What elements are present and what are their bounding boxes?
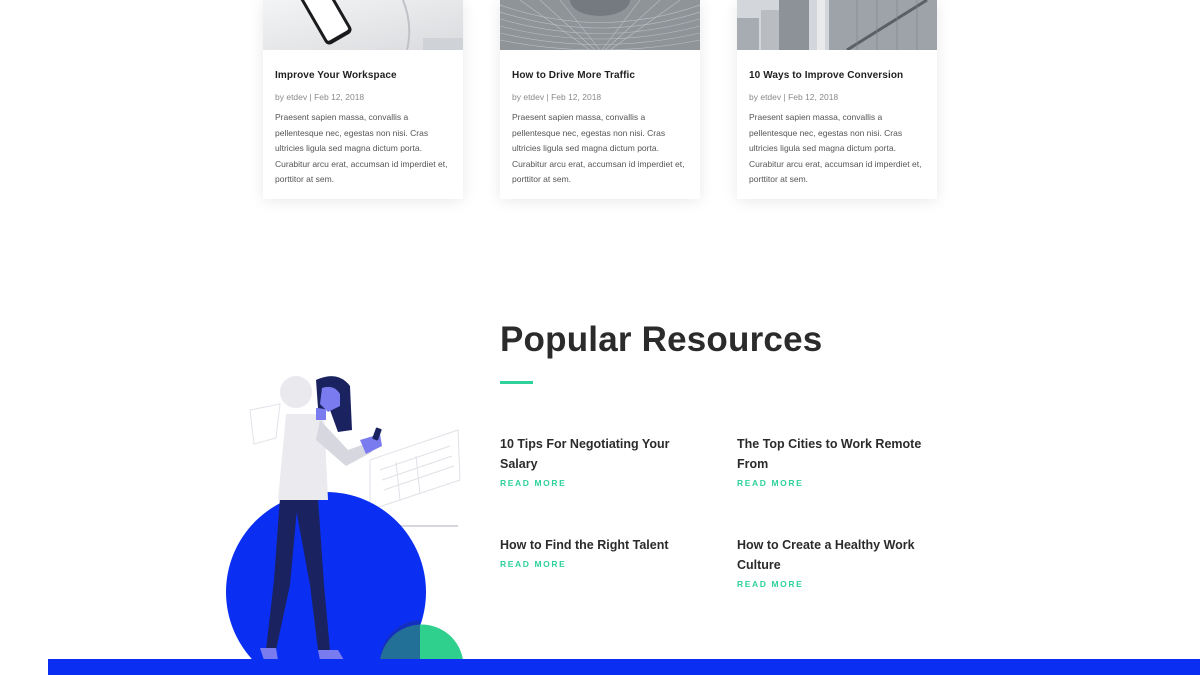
section-title: Popular Resources [500,320,823,359]
card-image-phone[interactable] [263,0,463,50]
card-image-abstract[interactable] [500,0,700,50]
resource-item: How to Create a Healthy Work Culture REA… [737,535,932,589]
card-meta: by etdev | Feb 12, 2018 [512,92,602,102]
read-more-link[interactable]: READ MORE [737,478,932,488]
card-excerpt: Praesent sapien massa, convallis a pelle… [275,112,448,185]
read-more-link[interactable]: READ MORE [737,579,932,589]
card-title[interactable]: How to Drive More Traffic [512,70,694,81]
resource-title[interactable]: 10 Tips For Negotiating Your Salary [500,434,690,474]
resource-title[interactable]: The Top Cities to Work Remote From [737,434,932,474]
card-title[interactable]: Improve Your Workspace [275,70,457,81]
title-underline [500,381,533,384]
card-excerpt: Praesent sapien massa, convallis a pelle… [512,112,685,185]
resource-title[interactable]: How to Find the Right Talent [500,535,700,555]
footer-bar [48,659,1200,675]
read-more-link[interactable]: READ MORE [500,559,700,569]
blog-card[interactable]: How to Drive More Traffic by etdev | Feb… [500,0,700,199]
card-image-city[interactable] [737,0,937,50]
card-title[interactable]: 10 Ways to Improve Conversion [749,70,931,81]
blog-card[interactable]: Improve Your Workspace by etdev | Feb 12… [263,0,463,199]
resource-item: How to Find the Right Talent READ MORE [500,535,700,569]
card-meta: by etdev | Feb 12, 2018 [275,92,365,102]
card-excerpt: Praesent sapien massa, convallis a pelle… [749,112,922,185]
resource-item: 10 Tips For Negotiating Your Salary READ… [500,434,690,488]
resource-item: The Top Cities to Work Remote From READ … [737,434,932,488]
blog-card[interactable]: 10 Ways to Improve Conversion by etdev |… [737,0,937,199]
card-meta: by etdev | Feb 12, 2018 [749,92,839,102]
read-more-link[interactable]: READ MORE [500,478,690,488]
resource-title[interactable]: How to Create a Healthy Work Culture [737,535,932,575]
woman-with-phone-illustration [220,370,480,675]
